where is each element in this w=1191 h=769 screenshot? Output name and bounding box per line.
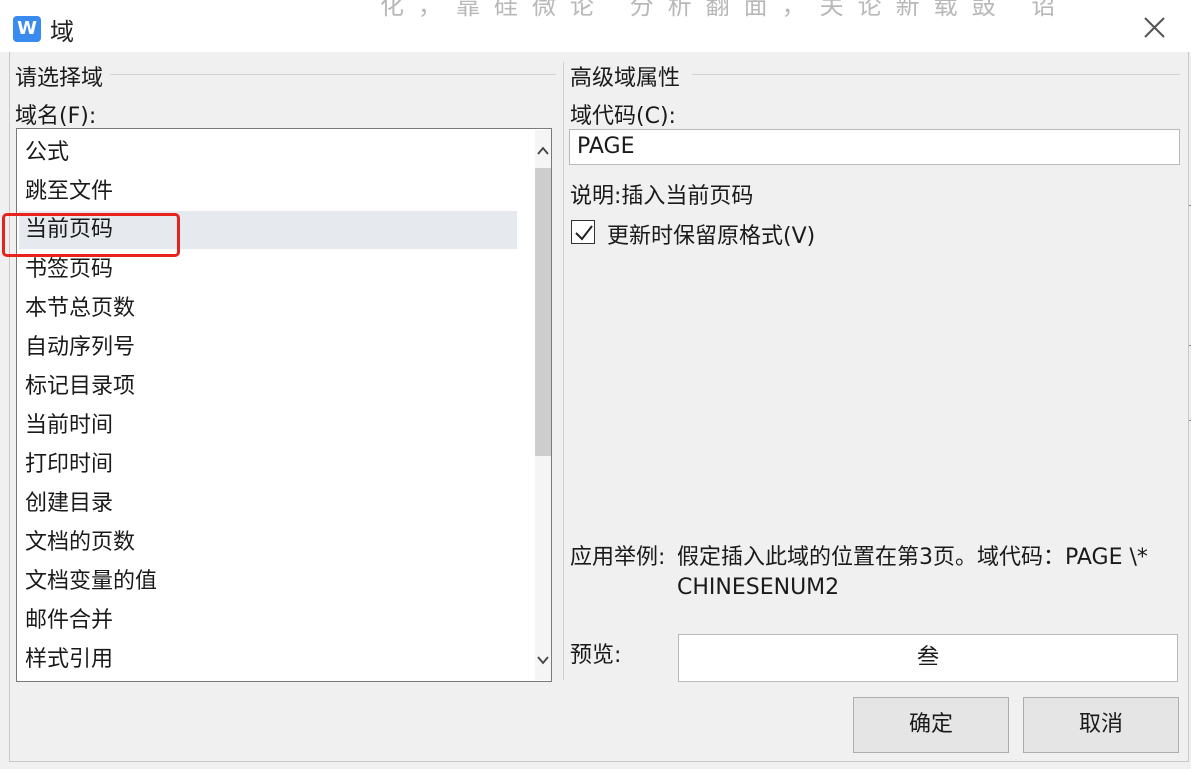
panel-divider [563,62,564,680]
list-item[interactable]: 文档变量的值 [19,563,517,601]
list-item[interactable]: 自动序列号 [19,329,517,367]
field-code-label: 域代码(C): [570,104,676,129]
scroll-thumb[interactable] [535,168,551,456]
cancel-button[interactable]: 取消 [1023,697,1179,753]
close-button[interactable] [1136,12,1172,44]
advanced-properties-group-title: 高级域属性 [570,60,685,92]
field-code-input[interactable]: PAGE [569,129,1180,165]
group-divider-right [692,74,1180,75]
preview-label: 预览: [570,643,622,668]
example-text: 假定插入此域的位置在第3页。域代码：PAGE \* CHINESENUM2 [677,545,1148,600]
close-icon [1144,17,1165,38]
preview-box: 叁 [678,634,1178,682]
wps-writer-icon: W [13,16,41,42]
ok-button[interactable]: 确定 [853,697,1009,753]
annotation-highlight-box [2,213,180,257]
field-name-label: 域名(F): [15,104,97,129]
select-field-group-title: 请选择域 [15,60,108,92]
list-item[interactable]: 本节总页数 [19,290,517,328]
chevron-up-icon [537,146,549,155]
group-divider-left [110,74,556,75]
background-document-text: 化，靠硅微论 分析翻面，关论新载鼓 诏 [380,0,1070,20]
list-item[interactable]: 样式引用 [19,641,517,679]
list-item[interactable]: 打印时间 [19,446,517,484]
dialog-title: 域 [50,18,74,46]
list-item[interactable]: 公式 [19,134,517,172]
keep-format-label[interactable]: 更新时保留原格式(V) [607,218,815,250]
keep-format-checkbox[interactable] [571,220,595,244]
scroll-down-button[interactable] [535,646,551,674]
example-label: 应用举例: [570,545,666,570]
checkmark-icon [575,225,593,241]
title-bar: 化，靠硅微论 分析翻面，关论新载鼓 诏 W 域 [0,0,1191,52]
list-scrollbar[interactable] [535,130,551,680]
list-item[interactable]: 文档的页数 [19,524,517,562]
field-list[interactable]: 公式 跳至文件 当前页码 书签页码 本节总页数 自动序列号 标记目录项 当前时间… [16,128,552,682]
scroll-up-button[interactable] [535,136,551,164]
list-item[interactable]: 跳至文件 [19,173,517,211]
list-item[interactable]: 标记目录项 [19,368,517,406]
list-item[interactable]: 当前时间 [19,407,517,445]
list-item[interactable]: 邮件合并 [19,602,517,640]
field-description: 说明:插入当前页码 [570,184,754,209]
list-item[interactable]: 创建目录 [19,485,517,523]
chevron-down-icon [537,656,549,665]
